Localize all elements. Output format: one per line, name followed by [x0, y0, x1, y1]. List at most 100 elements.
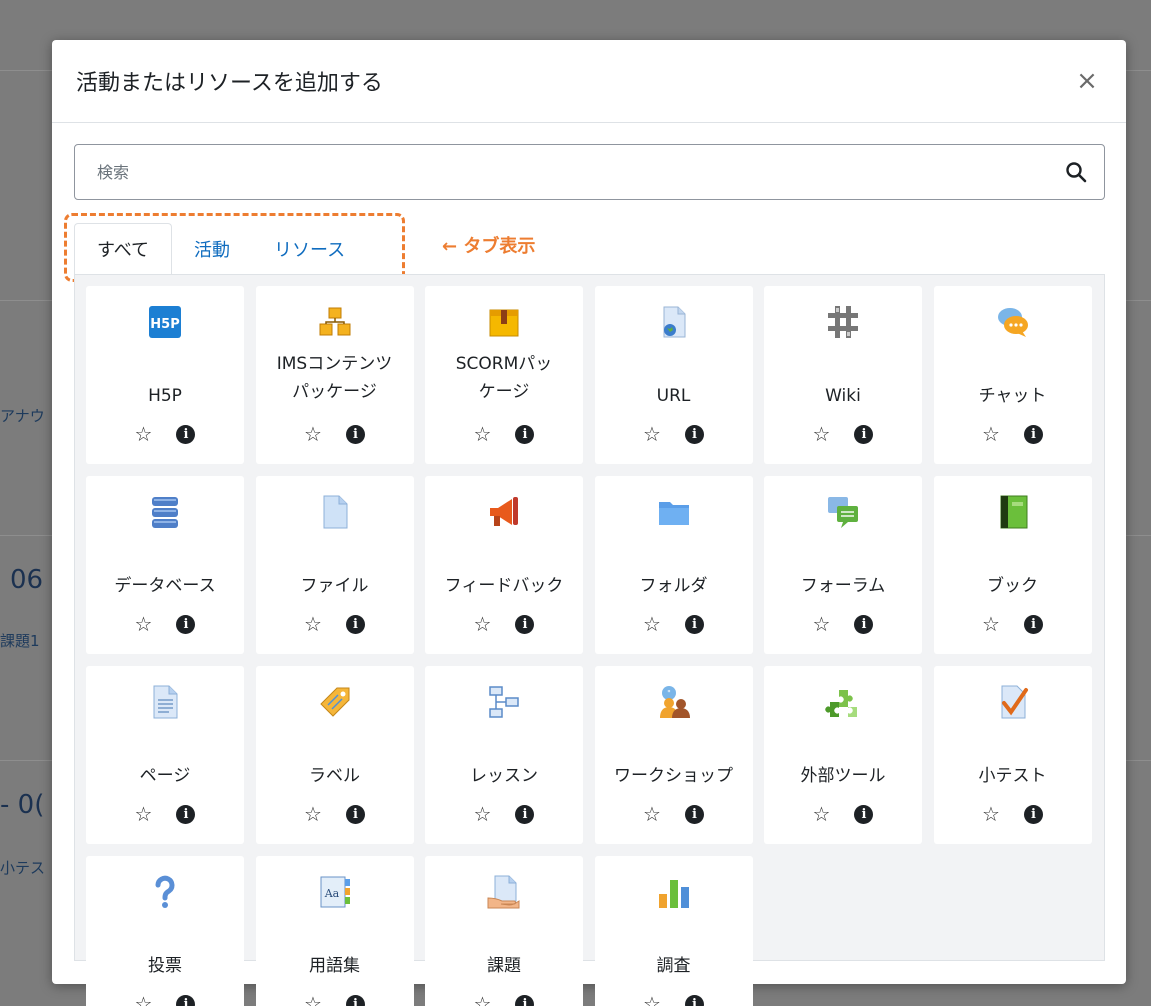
module-card-forum[interactable]: フォーラム ☆ i — [764, 476, 922, 654]
card-actions: ☆ i — [595, 422, 753, 446]
info-icon[interactable]: i — [1023, 804, 1043, 824]
info-icon[interactable]: i — [515, 994, 535, 1006]
card-actions: ☆ i — [256, 612, 414, 636]
info-icon[interactable]: i — [176, 614, 196, 634]
module-card-choice[interactable]: 投票 ☆ i — [86, 856, 244, 1006]
module-card-ims-package[interactable]: IMSコンテンツ パッケージ ☆ i — [255, 286, 414, 464]
module-card-chat[interactable]: チャット ☆ i — [933, 286, 1092, 464]
info-icon[interactable]: i — [854, 804, 874, 824]
info-icon[interactable]: i — [176, 804, 196, 824]
folder-icon — [656, 494, 692, 530]
info-icon[interactable]: i — [176, 994, 196, 1006]
book-icon — [995, 494, 1031, 530]
search-icon[interactable] — [1064, 160, 1088, 184]
info-icon[interactable]: i — [515, 804, 535, 824]
h5p-icon: H5P — [147, 304, 183, 340]
module-card-label[interactable]: ラベル ☆ i — [255, 666, 414, 844]
info-icon[interactable]: i — [684, 424, 704, 444]
star-icon[interactable]: ☆ — [304, 614, 322, 634]
module-card-label: 外部ツール — [800, 766, 886, 786]
info-icon[interactable]: i — [854, 614, 874, 634]
info-icon[interactable]: i — [345, 804, 365, 824]
card-actions: ☆ i — [934, 802, 1092, 826]
module-card-page[interactable]: ページ ☆ i — [86, 666, 244, 844]
module-card-h5p[interactable]: H5P H5P ☆ i — [86, 286, 244, 464]
star-icon[interactable]: ☆ — [135, 424, 153, 444]
module-card-book[interactable]: ブック ☆ i — [933, 476, 1092, 654]
file-icon — [317, 494, 353, 530]
module-card-lesson[interactable]: レッスン ☆ i — [425, 666, 583, 844]
card-actions: ☆ i — [934, 422, 1092, 446]
module-card-external-tool[interactable]: 外部ツール ☆ i — [764, 666, 922, 844]
card-actions: ☆ i — [764, 422, 922, 446]
svg-text:H5P: H5P — [150, 317, 179, 332]
module-card-workshop[interactable]: " ワークショップ ☆ i — [594, 666, 753, 844]
info-icon[interactable]: i — [684, 804, 704, 824]
info-icon[interactable]: i — [345, 424, 365, 444]
info-icon[interactable]: i — [515, 424, 535, 444]
star-icon[interactable]: ☆ — [135, 614, 153, 634]
module-card-scorm-package[interactable]: SCORMパッ ケージ ☆ i — [425, 286, 583, 464]
star-icon[interactable]: ☆ — [813, 614, 831, 634]
star-icon[interactable]: ☆ — [135, 994, 153, 1006]
info-icon[interactable]: i — [345, 614, 365, 634]
module-card-label: URL — [656, 386, 691, 406]
card-actions: ☆ i — [934, 612, 1092, 636]
bg-fragment: 小テス — [0, 859, 46, 877]
star-icon[interactable]: ☆ — [135, 804, 153, 824]
module-card-label: 課題 — [487, 956, 521, 976]
info-icon[interactable]: i — [684, 994, 704, 1006]
info-icon[interactable]: i — [345, 994, 365, 1006]
star-icon[interactable]: ☆ — [643, 804, 661, 824]
search-input[interactable] — [97, 162, 1064, 182]
star-icon[interactable]: ☆ — [474, 994, 492, 1006]
star-icon[interactable]: ☆ — [304, 994, 322, 1006]
info-icon[interactable]: i — [515, 614, 535, 634]
module-card-quiz[interactable]: 小テスト ☆ i — [933, 666, 1092, 844]
module-card-assignment[interactable]: 課題 ☆ i — [425, 856, 583, 1006]
module-card-glossary[interactable]: Aa 用語集 ☆ i — [255, 856, 414, 1006]
star-icon[interactable]: ☆ — [304, 804, 322, 824]
star-icon[interactable]: ☆ — [982, 804, 1000, 824]
star-icon[interactable]: ☆ — [304, 424, 322, 444]
module-card-label: 小テスト — [978, 766, 1047, 786]
annotation-text: ← タブ表示 — [442, 236, 536, 257]
module-card-database[interactable]: データベース ☆ i — [86, 476, 244, 654]
module-card-folder[interactable]: フォルダ ☆ i — [594, 476, 753, 654]
module-card-url[interactable]: URL ☆ i — [594, 286, 753, 464]
module-card-feedback[interactable]: フィードバック ☆ i — [425, 476, 583, 654]
module-card-label: IMSコンテンツ パッケージ — [276, 354, 393, 402]
card-actions: ☆ i — [256, 992, 414, 1006]
add-activity-modal: 活動またはリソースを追加する × すべて 活動 リソース ← タブ表示 H5P H… — [52, 40, 1126, 1006]
tab-resources[interactable]: リソース — [252, 223, 367, 275]
star-icon[interactable]: ☆ — [474, 614, 492, 634]
close-button[interactable]: × — [1072, 68, 1102, 94]
card-actions: ☆ i — [595, 612, 753, 636]
star-icon[interactable]: ☆ — [982, 424, 1000, 444]
tab-all[interactable]: すべて — [74, 223, 173, 275]
info-icon[interactable]: i — [176, 424, 196, 444]
module-card-label: フィードバック — [444, 576, 564, 596]
database-icon — [147, 494, 183, 530]
wiki-icon — [825, 304, 861, 340]
choice-icon — [147, 874, 183, 910]
module-card-wiki[interactable]: Wiki ☆ i — [764, 286, 922, 464]
star-icon[interactable]: ☆ — [813, 424, 831, 444]
star-icon[interactable]: ☆ — [474, 424, 492, 444]
star-icon[interactable]: ☆ — [982, 614, 1000, 634]
module-card-label: Wiki — [825, 386, 861, 406]
card-actions: ☆ i — [425, 992, 583, 1006]
module-card-file[interactable]: ファイル ☆ i — [255, 476, 414, 654]
info-icon[interactable]: i — [854, 424, 874, 444]
tab-activities[interactable]: 活動 — [172, 223, 252, 275]
module-card-survey[interactable]: 調査 ☆ i — [594, 856, 753, 1006]
star-icon[interactable]: ☆ — [643, 994, 661, 1006]
info-icon[interactable]: i — [1023, 424, 1043, 444]
star-icon[interactable]: ☆ — [813, 804, 831, 824]
star-icon[interactable]: ☆ — [643, 424, 661, 444]
star-icon[interactable]: ☆ — [643, 614, 661, 634]
info-icon[interactable]: i — [684, 614, 704, 634]
info-icon[interactable]: i — [1023, 614, 1043, 634]
card-actions: ☆ i — [256, 422, 414, 446]
star-icon[interactable]: ☆ — [474, 804, 492, 824]
